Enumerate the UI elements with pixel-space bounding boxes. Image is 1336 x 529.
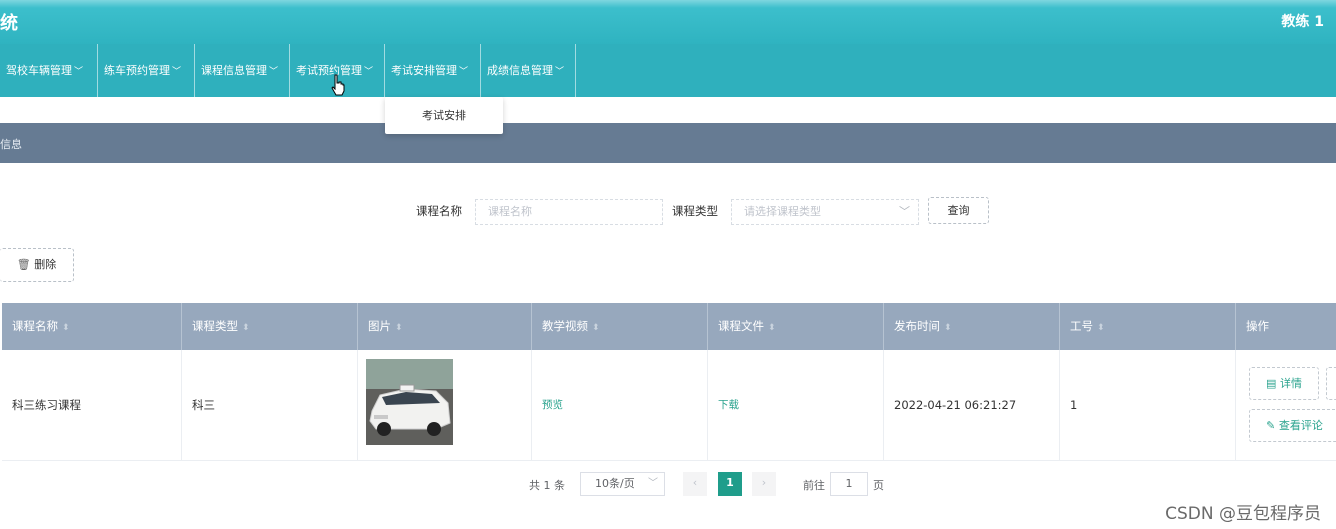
nav-item-course-info[interactable]: 课程信息管理 ﹀ bbox=[195, 44, 290, 97]
file-download-link[interactable]: 下载 bbox=[708, 350, 884, 460]
nav-item-label: 成绩信息管理 bbox=[487, 64, 553, 77]
main-nav: 驾校车辆管理 ﹀ 练车预约管理 ﹀ 课程信息管理 ﹀ 考试预约管理 ﹀ 考试安排管理 ﹀ … bbox=[0, 44, 1336, 97]
section-header: 信息 bbox=[0, 123, 1336, 163]
detail-button-label: 详情 bbox=[1279, 377, 1302, 390]
column-header-label: 教学视频 bbox=[542, 319, 588, 333]
dropdown-item-exam-schedule[interactable]: 考试安排 bbox=[385, 97, 503, 134]
view-comments-label: 查看评论 bbox=[1278, 419, 1323, 432]
page-suffix: 页 bbox=[873, 479, 884, 492]
top-header-bar: 统 教练 1 bbox=[0, 0, 1336, 44]
sort-icon[interactable]: ⬍ bbox=[1097, 323, 1105, 333]
chevron-down-icon: ﹀ bbox=[269, 67, 279, 77]
nav-item-score-info[interactable]: 成绩信息管理 ﹀ bbox=[481, 44, 576, 97]
delete-button-label: 删除 bbox=[34, 258, 57, 271]
course-name-label: 课程名称 bbox=[416, 204, 462, 218]
nav-item-label: 考试安排管理 bbox=[391, 64, 457, 77]
nav-item-label: 课程信息管理 bbox=[201, 64, 267, 77]
sort-icon[interactable]: ⬍ bbox=[242, 323, 250, 333]
column-header-course-name[interactable]: 课程名称 ⬍ bbox=[2, 303, 182, 350]
column-header-file[interactable]: 课程文件 ⬍ bbox=[708, 303, 884, 350]
chevron-down-icon: ﹀ bbox=[899, 205, 910, 218]
column-header-label: 操作 bbox=[1246, 319, 1269, 333]
course-name-input[interactable]: 课程名称 bbox=[475, 199, 663, 225]
current-user[interactable]: 教练 1 bbox=[1281, 11, 1324, 31]
course-image-thumbnail[interactable] bbox=[366, 359, 453, 445]
edit-pen-icon: ✎ bbox=[1266, 419, 1276, 432]
column-header-label: 课程类型 bbox=[192, 319, 238, 333]
chevron-down-icon: ﹀ bbox=[648, 478, 658, 489]
column-header-staff-no[interactable]: 工号 ⬍ bbox=[1060, 303, 1236, 350]
table-row: 科三练习课程 科三 预览 下载 2022-04-21 06:21:27 1 bbox=[2, 350, 1336, 461]
column-header-label: 工号 bbox=[1070, 319, 1093, 333]
column-header-label: 课程名称 bbox=[12, 319, 58, 333]
goto-label: 前往 bbox=[803, 479, 825, 492]
nav-item-practice-booking[interactable]: 练车预约管理 ﹀ bbox=[98, 44, 195, 97]
page-size-select[interactable]: 10条/页 ﹀ bbox=[580, 472, 665, 496]
extra-action-button[interactable] bbox=[1326, 367, 1336, 400]
chevron-down-icon: ﹀ bbox=[172, 67, 182, 77]
sort-icon[interactable]: ⬍ bbox=[592, 323, 600, 333]
column-header-label: 图片 bbox=[368, 319, 391, 333]
nav-item-label: 驾校车辆管理 bbox=[6, 64, 72, 77]
next-page-button[interactable]: › bbox=[752, 472, 776, 496]
exam-schedule-dropdown: 考试安排 bbox=[385, 97, 503, 134]
app-title: 统 bbox=[0, 13, 18, 34]
chevron-down-icon: ﹀ bbox=[74, 67, 84, 77]
section-title: 信息 bbox=[0, 138, 22, 151]
trash-icon: 🗑 bbox=[16, 258, 31, 271]
column-header-label: 发布时间 bbox=[894, 319, 940, 333]
car-image bbox=[366, 359, 453, 445]
column-header-video[interactable]: 教学视频 ⬍ bbox=[532, 303, 708, 350]
table-header: 课程名称 ⬍ 课程类型 ⬍ 图片 ⬍ 教学视频 ⬍ 课程文件 ⬍ 发布时间 ⬍ 工号 ⬍ 操作 bbox=[2, 303, 1336, 350]
column-header-image[interactable]: 图片 ⬍ bbox=[358, 303, 532, 350]
goto-page-input[interactable]: 1 bbox=[830, 472, 868, 496]
nav-item-label: 练车预约管理 bbox=[104, 64, 170, 77]
video-preview-link[interactable]: 预览 bbox=[532, 350, 708, 460]
nav-item-vehicle-management[interactable]: 驾校车辆管理 ﹀ bbox=[0, 44, 98, 97]
column-header-course-type[interactable]: 课程类型 ⬍ bbox=[182, 303, 358, 350]
detail-button[interactable]: ▤ 详情 bbox=[1249, 367, 1319, 400]
cell-publish-time: 2022-04-21 06:21:27 bbox=[884, 350, 1060, 460]
watermark: CSDN @豆包程序员 bbox=[1165, 504, 1321, 524]
column-header-actions: 操作 bbox=[1236, 303, 1336, 350]
sort-icon[interactable]: ⬍ bbox=[768, 323, 776, 333]
sort-icon[interactable]: ⬍ bbox=[944, 323, 952, 333]
column-header-label: 课程文件 bbox=[718, 319, 764, 333]
column-header-publish-time[interactable]: 发布时间 ⬍ bbox=[884, 303, 1060, 350]
document-icon: ▤ bbox=[1266, 377, 1277, 390]
course-type-placeholder: 请选择课程类型 bbox=[744, 205, 821, 218]
course-type-select[interactable]: 请选择课程类型 ﹀ bbox=[731, 199, 919, 225]
view-comments-button[interactable]: ✎ 查看评论 bbox=[1249, 409, 1336, 442]
chevron-down-icon: ﹀ bbox=[459, 67, 469, 77]
page-size-value: 10条/页 bbox=[595, 477, 635, 490]
cell-course-type: 科三 bbox=[182, 350, 358, 460]
pager-total: 共 1 条 bbox=[529, 479, 565, 492]
cell-course-name: 科三练习课程 bbox=[2, 350, 182, 460]
chevron-down-icon: ﹀ bbox=[555, 67, 565, 77]
chevron-down-icon: ﹀ bbox=[364, 67, 374, 77]
prev-page-button[interactable]: ‹ bbox=[683, 472, 707, 496]
hand-pointer-icon bbox=[331, 74, 345, 96]
nav-item-exam-schedule[interactable]: 考试安排管理 ﹀ bbox=[385, 44, 481, 97]
nav-item-label: 考试预约管理 bbox=[296, 64, 362, 77]
page-1-button[interactable]: 1 bbox=[718, 472, 742, 496]
course-type-label: 课程类型 bbox=[672, 204, 718, 218]
query-button[interactable]: 查询 bbox=[928, 197, 989, 224]
delete-button[interactable]: 🗑 删除 bbox=[0, 248, 74, 282]
sort-icon[interactable]: ⬍ bbox=[395, 323, 403, 333]
cell-staff-no: 1 bbox=[1060, 350, 1236, 460]
sort-icon[interactable]: ⬍ bbox=[62, 323, 70, 333]
